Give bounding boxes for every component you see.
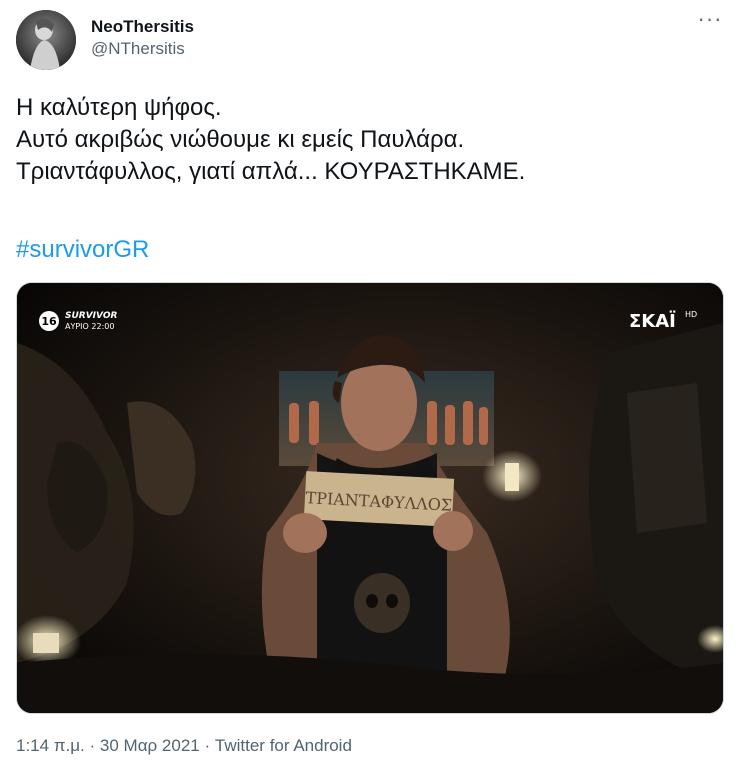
tweet-text: Η καλύτερη ψήφος. Αυτό ακριβώς νιώθουμε …: [16, 92, 724, 188]
media-image-content: ΤΡΙΑΝΤΑΦΥΛΛΟΣ 16 SURVIVOR ΑΥΡΙΟ 22:00 ΣΚ…: [17, 283, 723, 713]
tweet-timestamp: 1:14 π.μ. · 30 Μαρ 2021 · Twitter for An…: [16, 735, 352, 757]
channel-hd-badge: HD: [685, 310, 697, 319]
hashtag-link[interactable]: #survivorGR: [16, 234, 149, 266]
tweet-header: NeoThersitis @NThersitis ···: [16, 8, 724, 70]
tweet: NeoThersitis @NThersitis ··· Η καλύτερη …: [0, 0, 740, 768]
tweet-source[interactable]: Twitter for Android: [215, 736, 352, 755]
age-rating-text: 16: [41, 315, 57, 328]
author-info: NeoThersitis @NThersitis: [91, 16, 194, 60]
separator: ·: [89, 736, 96, 755]
tweet-date[interactable]: 30 Μαρ 2021: [100, 736, 200, 755]
tweet-text-line: Τριαντάφυλλος, γιατί απλά... ΚΟΥΡΑΣΤΗΚΑΜ…: [16, 158, 526, 185]
display-name[interactable]: NeoThersitis: [91, 16, 194, 38]
separator: ·: [204, 736, 211, 755]
avatar[interactable]: [16, 10, 76, 70]
channel-logo: ΣΚΑΪ: [629, 310, 676, 332]
more-horizontal-icon[interactable]: ···: [696, 8, 724, 34]
tweet-time[interactable]: 1:14 π.μ.: [16, 736, 85, 755]
avatar-image: [16, 10, 76, 70]
show-time: ΑΥΡΙΟ 22:00: [65, 322, 114, 331]
tweet-text-line: Αυτό ακριβώς νιώθουμε κι εμείς Παυλάρα.: [16, 126, 465, 153]
user-handle[interactable]: @NThersitis: [91, 38, 194, 60]
tweet-text-line: Η καλύτερη ψήφος.: [16, 94, 222, 121]
show-title: SURVIVOR: [65, 311, 117, 321]
tweet-media-image[interactable]: ΤΡΙΑΝΤΑΦΥΛΛΟΣ 16 SURVIVOR ΑΥΡΙΟ 22:00 ΣΚ…: [16, 282, 724, 714]
